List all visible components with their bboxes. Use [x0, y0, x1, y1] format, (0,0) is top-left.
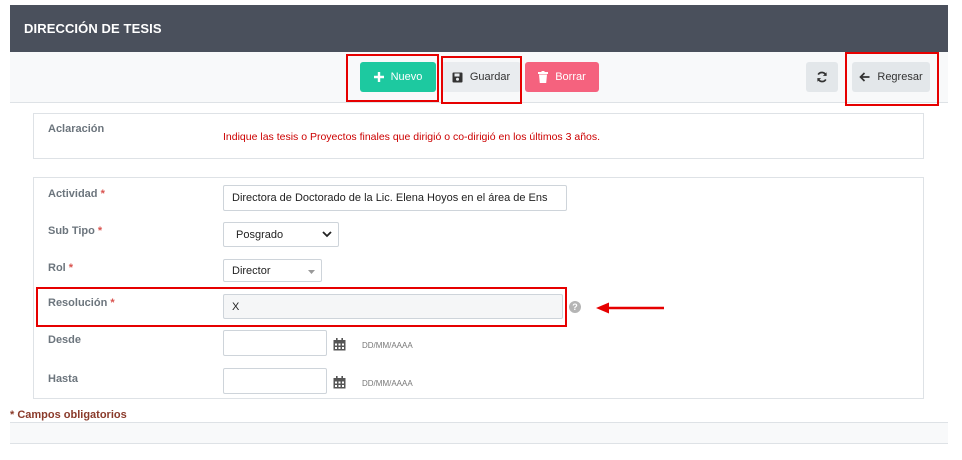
- save-button-label: Guardar: [469, 71, 511, 83]
- refresh-button[interactable]: [806, 62, 838, 92]
- save-button[interactable]: Guardar: [441, 62, 521, 92]
- trash-icon: [538, 71, 549, 83]
- chevron-down-icon: [322, 229, 332, 241]
- actividad-label: Actividad *: [48, 188, 105, 200]
- arrow-left-icon: [859, 72, 870, 82]
- new-button[interactable]: Nuevo: [360, 62, 436, 92]
- subtipo-select[interactable]: Posgrado: [223, 222, 339, 247]
- subtipo-value: Posgrado: [236, 228, 284, 241]
- hasta-label: Hasta: [48, 373, 78, 385]
- delete-button[interactable]: Borrar: [525, 62, 599, 92]
- subtipo-label: Sub Tipo *: [48, 225, 103, 237]
- hasta-format-hint: DD/MM/AAAA: [362, 379, 413, 388]
- rol-select[interactable]: Director: [223, 259, 322, 282]
- resolucion-input[interactable]: X: [223, 294, 563, 319]
- back-button-label: Regresar: [877, 71, 923, 83]
- desde-format-hint: DD/MM/AAAA: [362, 341, 413, 350]
- actividad-input[interactable]: Directora de Doctorado de la Lic. Elena …: [223, 185, 567, 211]
- footer-bar: [10, 422, 948, 444]
- required-fields-note: * Campos obligatorios: [10, 409, 127, 421]
- desde-date-input[interactable]: [223, 330, 327, 356]
- annotation-arrow-icon: [596, 302, 664, 314]
- refresh-icon: [816, 71, 828, 83]
- calendar-icon[interactable]: [333, 338, 346, 351]
- page-title: DIRECCIÓN DE TESIS: [24, 21, 162, 36]
- floppy-disk-icon: [452, 72, 463, 83]
- resolucion-label: Resolución *: [48, 297, 115, 309]
- toolbar: Nuevo Guardar Borrar Regresar: [10, 52, 948, 103]
- caret-down-icon: [308, 265, 315, 277]
- new-button-label: Nuevo: [390, 71, 423, 83]
- notice-text: Indique las tesis o Proyectos finales qu…: [223, 131, 601, 143]
- back-button[interactable]: Regresar: [852, 62, 930, 92]
- delete-button-label: Borrar: [555, 71, 586, 83]
- plus-icon: [373, 72, 384, 82]
- rol-label: Rol *: [48, 262, 74, 274]
- help-icon[interactable]: ?: [569, 301, 581, 313]
- hasta-date-input[interactable]: [223, 368, 327, 394]
- rol-value: Director: [232, 264, 271, 277]
- page-header: DIRECCIÓN DE TESIS: [10, 5, 948, 52]
- calendar-icon[interactable]: [333, 376, 346, 389]
- actividad-value: Directora de Doctorado de la Lic. Elena …: [232, 192, 548, 204]
- notice-label: Aclaración: [48, 123, 105, 135]
- desde-label: Desde: [48, 334, 82, 346]
- resolucion-value: X: [232, 300, 240, 313]
